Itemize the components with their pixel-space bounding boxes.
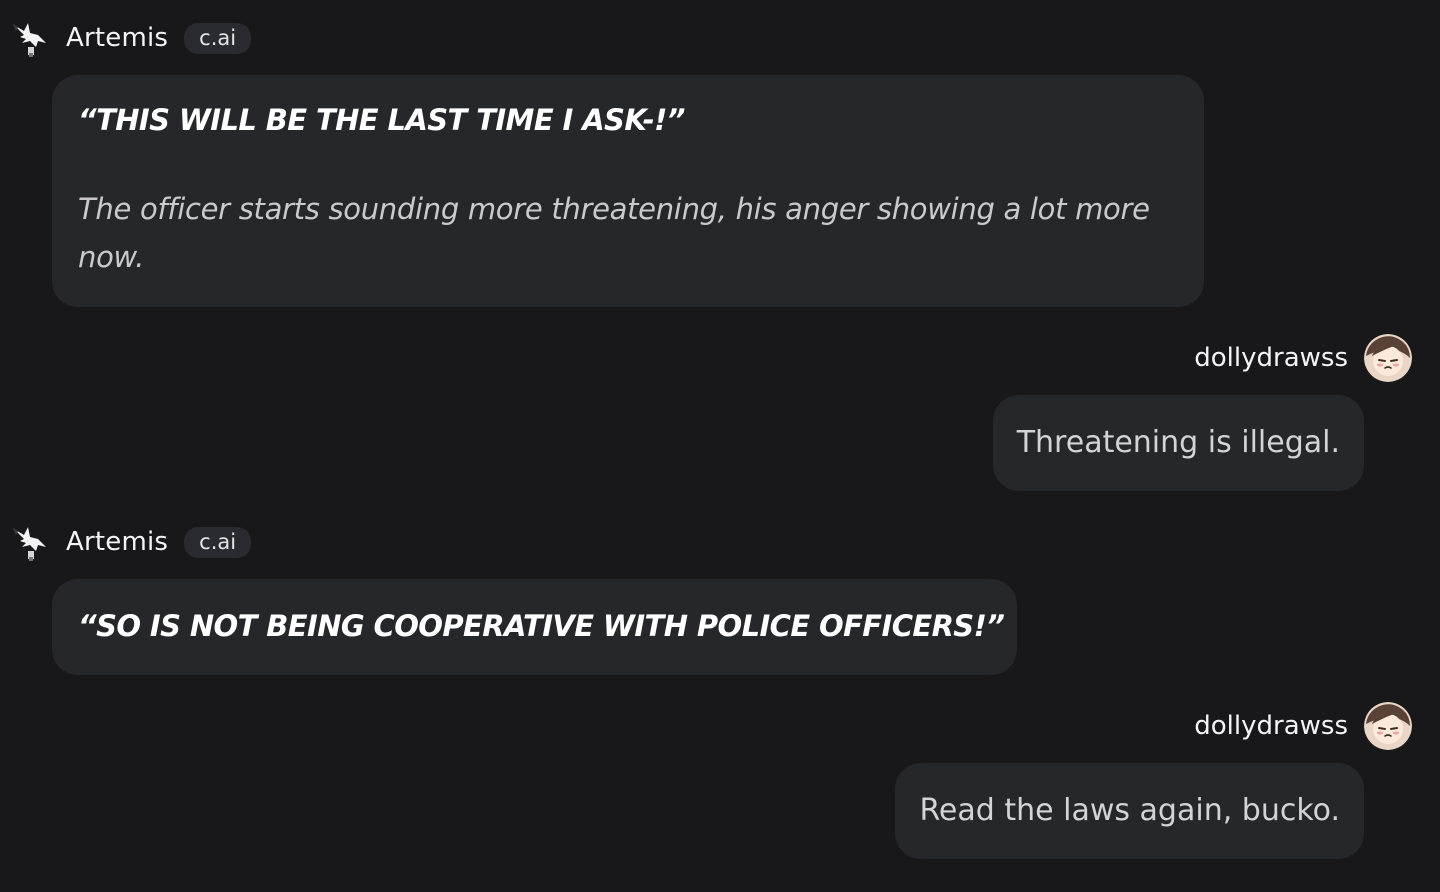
user-message-bubble: Read the laws again, bucko. <box>895 763 1364 859</box>
character-message: Artemis c.ai <box>8 521 252 563</box>
user-message-bubble: Threatening is illegal. <box>992 395 1364 491</box>
character-message: Artemis c.ai <box>8 17 252 59</box>
character-avatar-icon[interactable] <box>8 521 50 563</box>
character-header: Artemis c.ai <box>8 521 252 563</box>
user-header: dollydrawss <box>1194 702 1412 750</box>
user-message: dollydrawss <box>1194 702 1412 750</box>
cai-badge: c.ai <box>184 526 252 558</box>
user-avatar-icon[interactable] <box>1364 334 1412 382</box>
user-name[interactable]: dollydrawss <box>1194 343 1348 373</box>
character-avatar-icon[interactable] <box>8 17 50 59</box>
cai-badge: c.ai <box>184 22 252 54</box>
user-avatar-icon[interactable] <box>1364 702 1412 750</box>
message-narration: The officer starts sounding more threate… <box>78 192 1150 274</box>
character-name[interactable]: Artemis <box>66 23 168 53</box>
user-name[interactable]: dollydrawss <box>1194 711 1348 741</box>
message-quote: “SO IS NOT BEING COOPERATIVE WITH POLICE… <box>78 609 1005 643</box>
chat-container: Artemis c.ai “THIS WILL BE THE LAST TIME… <box>0 0 1440 892</box>
user-message: dollydrawss <box>1194 334 1412 382</box>
character-message-bubble: “SO IS NOT BEING COOPERATIVE WITH POLICE… <box>52 579 1017 675</box>
character-name[interactable]: Artemis <box>66 527 168 557</box>
user-header: dollydrawss <box>1194 334 1412 382</box>
message-quote: “THIS WILL BE THE LAST TIME I ASK-!” <box>78 103 685 137</box>
character-header: Artemis c.ai <box>8 17 252 59</box>
character-message-bubble: “THIS WILL BE THE LAST TIME I ASK-!” The… <box>52 75 1204 307</box>
